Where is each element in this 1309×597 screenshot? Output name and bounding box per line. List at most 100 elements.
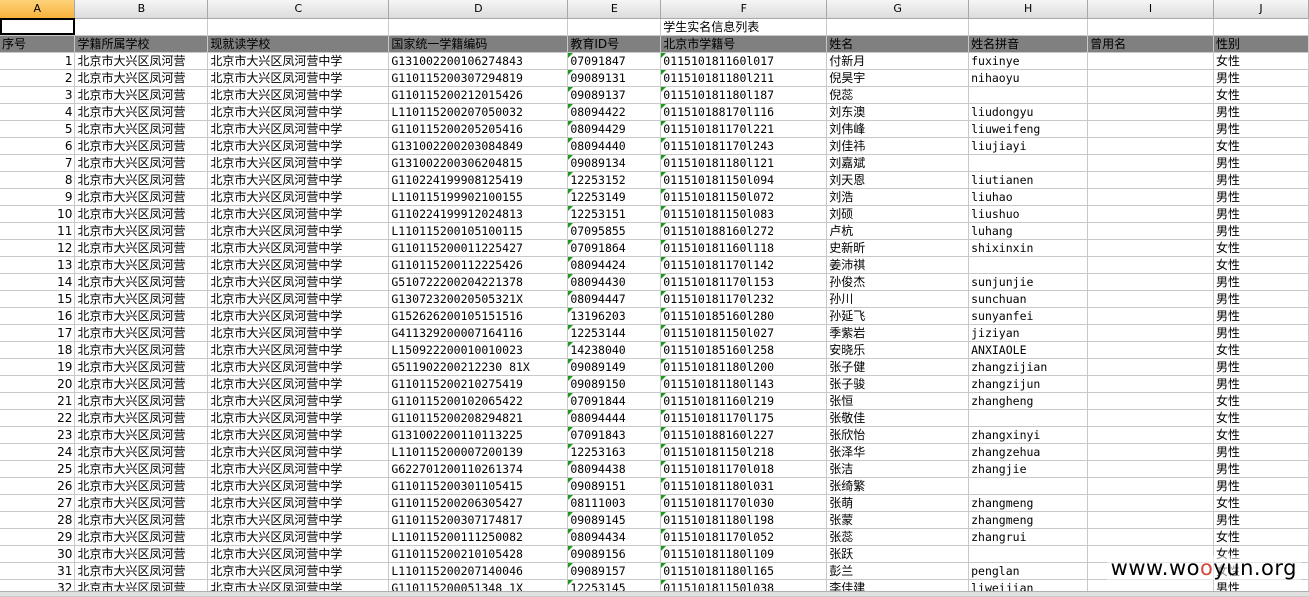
column-header-a[interactable]: A [0,0,76,19]
education-id-cell[interactable]: 09089131 [567,69,662,87]
pinyin-cell[interactable]: zhangheng [968,392,1089,410]
column-header-f[interactable]: F [660,0,828,19]
former-name-cell[interactable] [1087,256,1214,274]
current-school-cell[interactable]: 北京市大兴区凤河营中学 [207,341,390,359]
row-number-cell[interactable]: 28 [0,511,76,529]
current-school-cell[interactable]: 北京市大兴区凤河营中学 [207,86,390,104]
beijing-student-no-cell[interactable]: 011510181150l027 [660,324,828,342]
beijing-student-no-cell[interactable]: 011510181180l200 [660,358,828,376]
enrolled-school-cell[interactable]: 北京市大兴区凤河营 [74,426,209,444]
gender-cell[interactable]: 女性 [1213,256,1309,274]
national-code-cell[interactable]: G131002200106274843 [388,52,569,70]
former-name-cell[interactable] [1087,341,1214,359]
former-name-cell[interactable] [1087,222,1214,240]
education-id-cell[interactable]: 07091847 [567,52,662,70]
beijing-student-no-cell[interactable]: 011510181170l232 [660,290,828,308]
enrolled-school-cell[interactable]: 北京市大兴区凤河营 [74,460,209,478]
beijing-student-no-cell[interactable]: 011510181170l052 [660,528,828,546]
gender-cell[interactable]: 女性 [1213,86,1309,104]
current-school-cell[interactable]: 北京市大兴区凤河营中学 [207,205,390,223]
gender-cell[interactable]: 男性 [1213,154,1309,172]
name-cell[interactable]: 张跃 [826,545,970,563]
education-id-cell[interactable]: 07091864 [567,239,662,257]
pinyin-cell[interactable]: zhangrui [968,528,1089,546]
name-cell[interactable]: 安晓乐 [826,341,970,359]
former-name-cell[interactable] [1087,86,1214,104]
cell[interactable] [1087,18,1214,36]
name-cell[interactable]: 彭兰 [826,562,970,580]
beijing-student-no-cell[interactable]: 011510181180l211 [660,69,828,87]
national-code-cell[interactable]: G110115200112225426 [388,256,569,274]
name-cell[interactable]: 刘东澳 [826,103,970,121]
name-cell[interactable]: 季紫岩 [826,324,970,342]
national-code-cell[interactable]: G622701200110261374 [388,460,569,478]
column-header-d[interactable]: D [388,0,569,19]
pinyin-cell[interactable] [968,86,1089,104]
pinyin-cell[interactable]: luhang [968,222,1089,240]
gender-cell[interactable]: 男性 [1213,324,1309,342]
pinyin-cell[interactable] [968,256,1089,274]
education-id-cell[interactable]: 07095855 [567,222,662,240]
former-name-cell[interactable] [1087,511,1214,529]
current-school-cell[interactable]: 北京市大兴区凤河营中学 [207,188,390,206]
current-school-cell[interactable]: 北京市大兴区凤河营中学 [207,52,390,70]
national-code-cell[interactable]: G110115200205205416 [388,120,569,138]
national-code-cell[interactable]: G110224199908125419 [388,171,569,189]
national-code-cell[interactable]: G110115200212015426 [388,86,569,104]
row-number-cell[interactable]: 15 [0,290,76,308]
gender-cell[interactable]: 女性 [1213,409,1309,427]
education-id-cell[interactable]: 08094440 [567,137,662,155]
pinyin-cell[interactable]: sunjunjie [968,273,1089,291]
pinyin-cell[interactable]: nihaoyu [968,69,1089,87]
current-school-cell[interactable]: 北京市大兴区凤河营中学 [207,154,390,172]
row-number-cell[interactable]: 19 [0,358,76,376]
name-cell[interactable]: 卢杭 [826,222,970,240]
education-id-cell[interactable]: 13196203 [567,307,662,325]
beijing-student-no-cell[interactable]: 011510181160l017 [660,52,828,70]
education-id-cell[interactable]: 08094444 [567,409,662,427]
beijing-student-no-cell[interactable]: 011510181180l143 [660,375,828,393]
enrolled-school-cell[interactable]: 北京市大兴区凤河营 [74,392,209,410]
education-id-cell[interactable]: 09089137 [567,86,662,104]
column-header-g[interactable]: G [826,0,970,19]
pinyin-cell[interactable]: zhangmeng [968,494,1089,512]
former-name-cell[interactable] [1087,426,1214,444]
gender-cell[interactable]: 男性 [1213,358,1309,376]
enrolled-school-cell[interactable]: 北京市大兴区凤河营 [74,562,209,580]
national-code-cell[interactable]: G110115200206305427 [388,494,569,512]
national-code-cell[interactable]: G110115200210105428 [388,545,569,563]
beijing-student-no-cell[interactable]: 011510181180l031 [660,477,828,495]
name-cell[interactable]: 张蒙 [826,511,970,529]
national-code-cell[interactable]: L110115200207050032 [388,103,569,121]
beijing-student-no-cell[interactable]: 011510181180l165 [660,562,828,580]
row-number-cell[interactable]: 10 [0,205,76,223]
current-school-cell[interactable]: 北京市大兴区凤河营中学 [207,256,390,274]
header-cell[interactable]: 学籍所属学校 [74,35,209,53]
education-id-cell[interactable]: 07091844 [567,392,662,410]
gender-cell[interactable]: 男性 [1213,120,1309,138]
pinyin-cell[interactable] [968,409,1089,427]
national-code-cell[interactable]: G131002200110113225 [388,426,569,444]
current-school-cell[interactable]: 北京市大兴区凤河营中学 [207,409,390,427]
national-code-cell[interactable]: G411329200007164116 [388,324,569,342]
beijing-student-no-cell[interactable]: 011510181170l153 [660,273,828,291]
column-header-b[interactable]: B [74,0,209,19]
row-number-cell[interactable]: 21 [0,392,76,410]
pinyin-cell[interactable]: sunchuan [968,290,1089,308]
former-name-cell[interactable] [1087,460,1214,478]
cell[interactable] [74,18,209,36]
pinyin-cell[interactable]: liuweifeng [968,120,1089,138]
beijing-student-no-cell[interactable]: 011510185160l258 [660,341,828,359]
name-cell[interactable]: 张子骏 [826,375,970,393]
header-cell[interactable]: 姓名拼音 [968,35,1089,53]
former-name-cell[interactable] [1087,52,1214,70]
current-school-cell[interactable]: 北京市大兴区凤河营中学 [207,137,390,155]
former-name-cell[interactable] [1087,239,1214,257]
row-number-cell[interactable]: 25 [0,460,76,478]
row-number-cell[interactable]: 1 [0,52,76,70]
name-cell[interactable]: 刘浩 [826,188,970,206]
national-code-cell[interactable]: G110224199912024813 [388,205,569,223]
former-name-cell[interactable] [1087,154,1214,172]
former-name-cell[interactable] [1087,137,1214,155]
gender-cell[interactable]: 男性 [1213,477,1309,495]
